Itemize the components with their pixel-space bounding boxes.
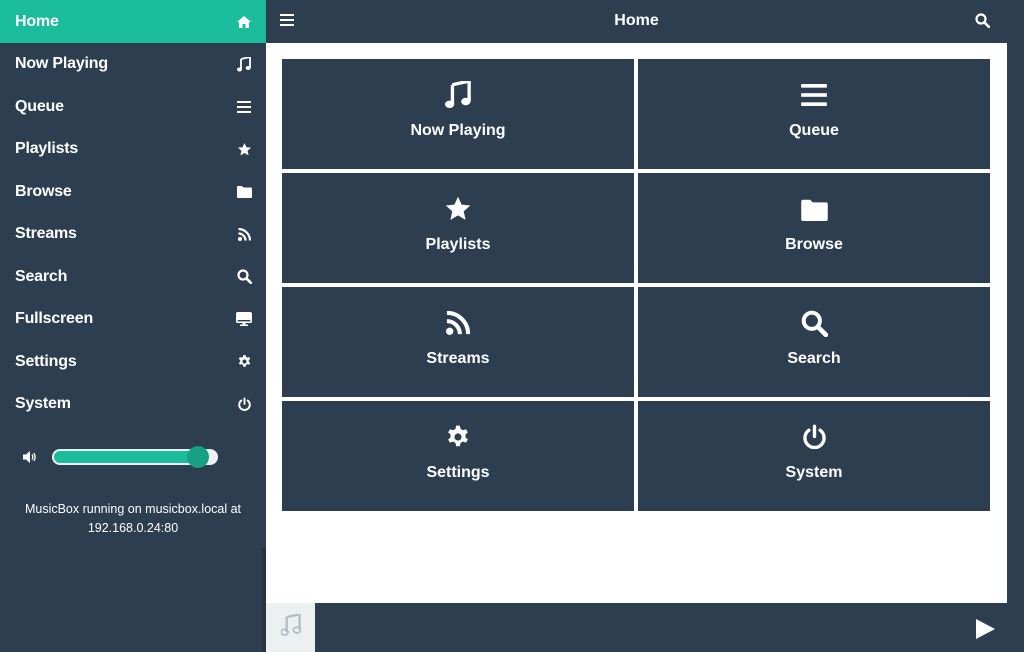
sidebar-item-browse[interactable]: Browse xyxy=(0,171,266,214)
folder-icon xyxy=(236,184,252,200)
sidebar-item-playlists[interactable]: Playlists xyxy=(0,128,266,171)
home-tiles: Now Playing Queue Playlists Browse Strea… xyxy=(266,43,1007,603)
tile-queue[interactable]: Queue xyxy=(638,59,990,169)
search-icon xyxy=(236,269,252,285)
sidebar-item-system[interactable]: System xyxy=(0,383,266,426)
tile-label: Browse xyxy=(785,236,843,253)
playback-bar xyxy=(266,603,1024,652)
music-note-icon xyxy=(236,56,252,72)
tile-label: Playlists xyxy=(425,236,491,253)
album-art[interactable] xyxy=(266,603,315,652)
sidebar-item-settings[interactable]: Settings xyxy=(0,341,266,384)
search-icon[interactable] xyxy=(975,13,991,29)
tile-settings[interactable]: Settings xyxy=(282,401,634,511)
volume-slider-handle[interactable] xyxy=(187,446,210,468)
volume-slider-fill xyxy=(52,449,203,465)
tile-now-playing[interactable]: Now Playing xyxy=(282,59,634,169)
tile-streams[interactable]: Streams xyxy=(282,287,634,397)
sidebar-item-label: Search xyxy=(15,267,68,285)
rss-icon xyxy=(443,308,473,338)
sidebar-item-streams[interactable]: Streams xyxy=(0,213,266,256)
star-icon xyxy=(236,141,252,157)
music-note-icon xyxy=(443,80,473,110)
tile-label: Search xyxy=(787,350,841,367)
power-icon xyxy=(236,396,252,412)
tile-label: Now Playing xyxy=(410,122,506,139)
server-info: MusicBox running on musicbox.local at 19… xyxy=(0,500,266,538)
tile-system[interactable]: System xyxy=(638,401,990,511)
sidebar-item-label: Settings xyxy=(15,352,77,370)
tile-label: Streams xyxy=(426,350,490,367)
sidebar-item-label: Fullscreen xyxy=(15,310,94,328)
sidebar: Home Now Playing Queue Playlists Browse … xyxy=(0,0,266,652)
power-icon xyxy=(799,422,829,452)
sidebar-item-home[interactable]: Home xyxy=(0,0,266,43)
sidebar-item-search[interactable]: Search xyxy=(0,256,266,299)
server-address: 192.168.0.24:80 xyxy=(87,521,179,535)
tile-label: System xyxy=(785,464,843,481)
star-icon xyxy=(443,194,473,224)
sidebar-item-label: Home xyxy=(15,12,59,30)
music-note-icon xyxy=(279,612,301,641)
sidebar-item-label: Streams xyxy=(15,225,77,243)
tile-playlists[interactable]: Playlists xyxy=(282,173,634,283)
folder-icon xyxy=(799,194,829,224)
top-bar: Home xyxy=(266,0,1007,43)
tile-label: Queue xyxy=(789,122,839,139)
sidebar-item-label: System xyxy=(15,395,71,413)
desktop-icon xyxy=(236,311,252,327)
scrollbar-gutter xyxy=(1007,0,1024,652)
sidebar-item-label: Queue xyxy=(15,97,64,115)
sidebar-item-label: Playlists xyxy=(15,140,79,158)
tile-browse[interactable]: Browse xyxy=(638,173,990,283)
list-icon xyxy=(236,99,252,115)
home-icon xyxy=(236,14,252,30)
sidebar-item-now-playing[interactable]: Now Playing xyxy=(0,43,266,86)
page-title: Home xyxy=(614,12,659,29)
play-icon[interactable] xyxy=(974,618,996,640)
rss-icon xyxy=(236,226,252,242)
sidebar-item-queue[interactable]: Queue xyxy=(0,86,266,129)
sidebar-item-label: Now Playing xyxy=(15,55,108,73)
search-icon xyxy=(799,308,829,338)
gear-icon xyxy=(236,354,252,370)
gear-icon xyxy=(443,422,473,452)
sidebar-item-label: Browse xyxy=(15,182,72,200)
tile-search[interactable]: Search xyxy=(638,287,990,397)
sidebar-item-fullscreen[interactable]: Fullscreen xyxy=(0,298,266,341)
volume-control xyxy=(22,446,222,468)
list-icon xyxy=(799,80,829,110)
server-info-line: MusicBox running on musicbox.local at xyxy=(24,502,242,516)
tile-label: Settings xyxy=(426,464,490,481)
speaker-icon[interactable] xyxy=(22,450,38,464)
